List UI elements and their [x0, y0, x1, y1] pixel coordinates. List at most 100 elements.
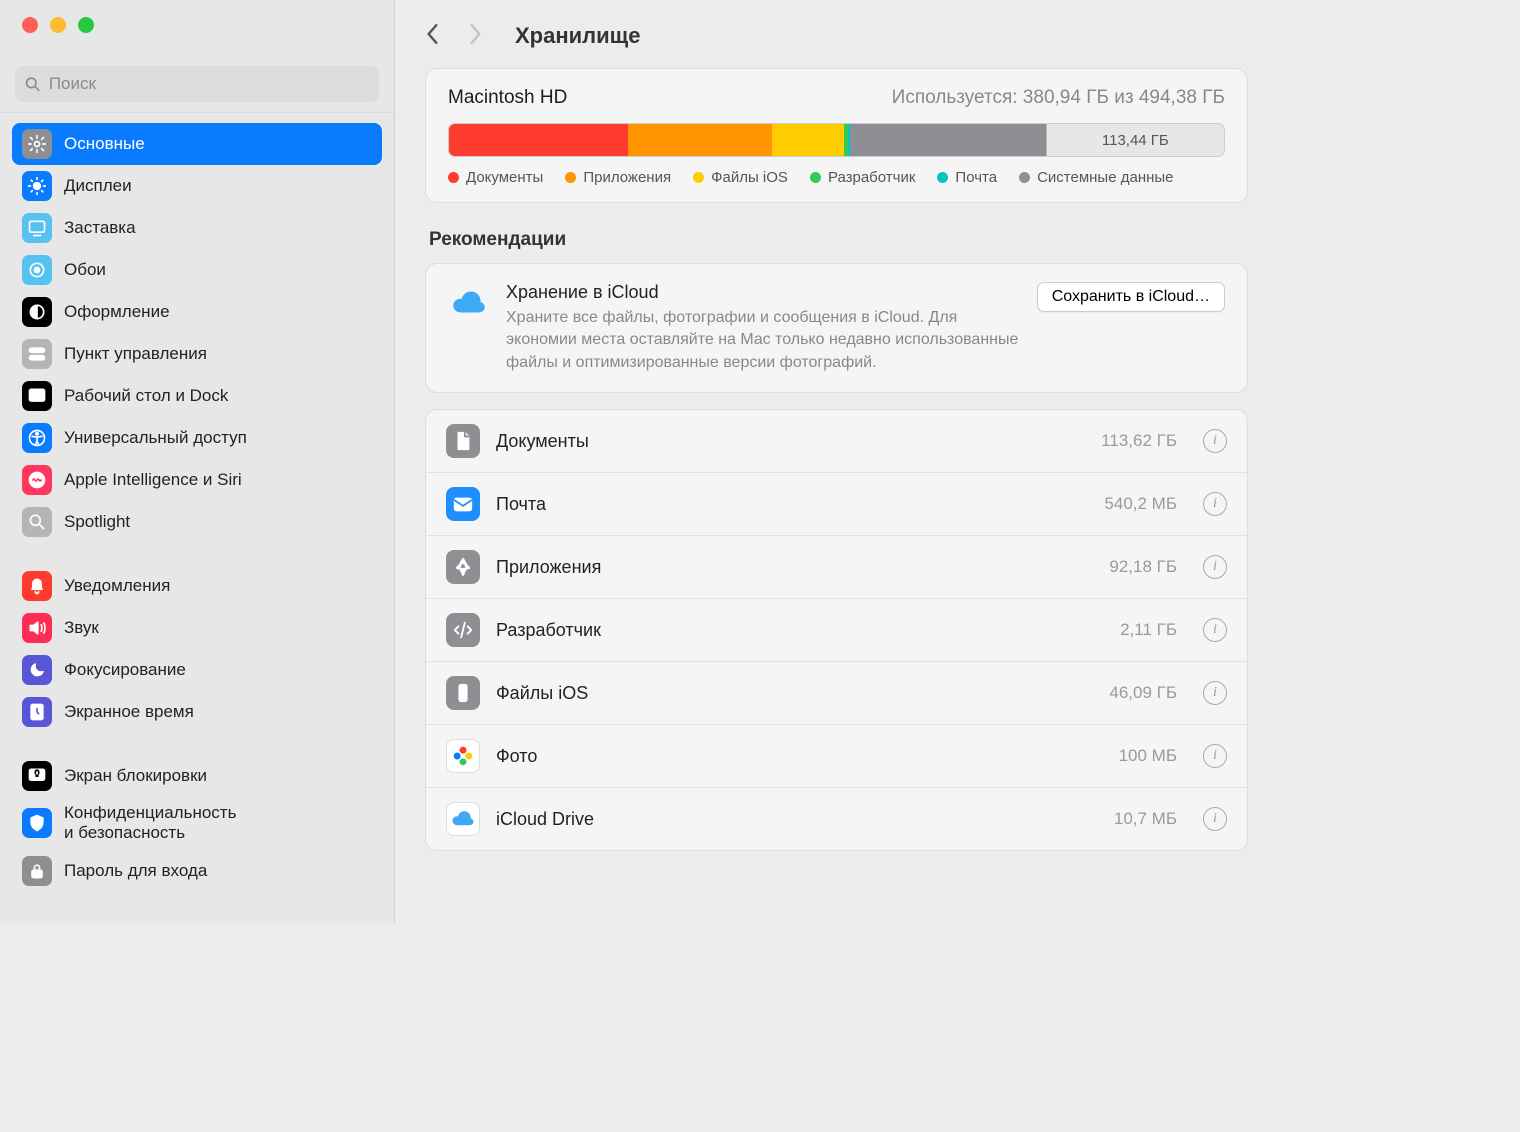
legend-label: Приложения	[583, 169, 671, 186]
storage-segment	[628, 124, 772, 156]
window-controls	[0, 0, 394, 56]
legend-dot-icon	[810, 172, 821, 183]
legend-dot-icon	[565, 172, 576, 183]
legend-label: Файлы iOS	[711, 169, 788, 186]
category-label: Фото	[496, 746, 1103, 767]
legend-item: Разработчик	[810, 169, 915, 186]
focus-icon	[22, 655, 52, 685]
sidebar-item-label: Apple Intelligence и Siri	[64, 470, 242, 490]
category-size: 540,2 МБ	[1104, 494, 1177, 514]
password-icon	[22, 856, 52, 886]
photo-icon	[446, 739, 480, 773]
info-button[interactable]: i	[1203, 492, 1227, 516]
sidebar-item-accessibility[interactable]: Универсальный доступ	[12, 417, 382, 459]
sidebar-item-siri[interactable]: Apple Intelligence и Siri	[12, 459, 382, 501]
category-row[interactable]: Фото100 МБi	[426, 725, 1247, 788]
category-size: 10,7 МБ	[1114, 809, 1177, 829]
sidebar-item-label: Заставка	[64, 218, 136, 238]
sidebar-item-label: Рабочий стол и Dock	[64, 386, 228, 406]
category-row[interactable]: Документы 113,62 ГБ i	[426, 410, 1247, 473]
sidebar-item-label: Основные	[64, 134, 145, 154]
forward-button[interactable]	[467, 22, 489, 50]
store-in-icloud-button[interactable]: Сохранить в iCloud…	[1037, 282, 1225, 312]
legend-item: Системные данные	[1019, 169, 1173, 186]
legend-label: Системные данные	[1037, 169, 1173, 186]
category-label: iCloud Drive	[496, 809, 1098, 830]
fullscreen-window-button[interactable]	[78, 17, 94, 33]
sidebar-item-label: Универсальный доступ	[64, 428, 247, 448]
category-label: Почта	[496, 494, 1088, 515]
appearance-icon	[22, 297, 52, 327]
sidebar-item-spotlight[interactable]: Spotlight	[12, 501, 382, 543]
sidebar-item-label: Пароль для входа	[64, 861, 207, 881]
legend-dot-icon	[937, 172, 948, 183]
sidebar-item-brightness[interactable]: Дисплеи	[12, 165, 382, 207]
info-button[interactable]: i	[1203, 744, 1227, 768]
legend-label: Разработчик	[828, 169, 915, 186]
sidebar-item-dock[interactable]: Рабочий стол и Dock	[12, 375, 382, 417]
search-input[interactable]	[49, 74, 369, 94]
legend-item: Документы	[448, 169, 543, 186]
minimize-window-button[interactable]	[50, 17, 66, 33]
sidebar-item-label: Экран блокировки	[64, 766, 207, 786]
category-row[interactable]: Почта 540,2 МБ i	[426, 473, 1247, 536]
category-size: 113,62 ГБ	[1101, 431, 1177, 451]
sidebar-item-password[interactable]: Пароль для входа	[12, 850, 382, 892]
legend-label: Почта	[955, 169, 997, 186]
disk-used-label: Используется: 380,94 ГБ из 494,38 ГБ	[892, 87, 1225, 109]
storage-segment	[449, 124, 628, 156]
info-button[interactable]: i	[1203, 618, 1227, 642]
back-button[interactable]	[425, 22, 447, 50]
sidebar-item-sound[interactable]: Звук	[12, 607, 382, 649]
sidebar-item-label: Звук	[64, 618, 99, 638]
info-button[interactable]: i	[1203, 681, 1227, 705]
doc-icon	[446, 424, 480, 458]
legend-dot-icon	[448, 172, 459, 183]
sidebar-item-screensaver[interactable]: Заставка	[12, 207, 382, 249]
recommendations-heading: Рекомендации	[429, 229, 1248, 251]
main: Хранилище Macintosh HD Используется: 380…	[395, 0, 1278, 923]
category-row[interactable]: Приложения92,18 ГБi	[426, 536, 1247, 599]
category-row[interactable]: iCloud Drive 10,7 МБ i	[426, 788, 1247, 850]
sidebar-item-screentime[interactable]: Экранное время	[12, 691, 382, 733]
category-size: 92,18 ГБ	[1109, 557, 1177, 577]
gear-icon	[22, 129, 52, 159]
legend-label: Документы	[466, 169, 543, 186]
icloud-icon	[448, 282, 490, 324]
privacy-icon	[22, 808, 52, 838]
close-window-button[interactable]	[22, 17, 38, 33]
ios-icon	[446, 676, 480, 710]
legend-dot-icon	[693, 172, 704, 183]
info-button[interactable]: i	[1203, 807, 1227, 831]
sidebar-item-gear[interactable]: Основные	[12, 123, 382, 165]
bell-icon	[22, 571, 52, 601]
sidebar-item-label: Обои	[64, 260, 106, 280]
sound-icon	[22, 613, 52, 643]
recommendation-body: Хранение в iCloud Храните все файлы, фот…	[506, 282, 1021, 374]
sidebar-item-label: Дисплеи	[64, 176, 132, 196]
spotlight-icon	[22, 507, 52, 537]
sidebar-item-label: Экранное время	[64, 702, 194, 722]
search-field[interactable]	[15, 66, 379, 102]
storage-segment	[772, 124, 844, 156]
icloud-icon	[446, 802, 480, 836]
dev-icon	[446, 613, 480, 647]
sidebar-item-appearance[interactable]: Оформление	[12, 291, 382, 333]
wallpaper-icon	[22, 255, 52, 285]
sidebar-item-focus[interactable]: Фокусирование	[12, 649, 382, 691]
page-title: Хранилище	[515, 23, 640, 49]
storage-segment	[850, 124, 1046, 156]
sidebar-item-lock[interactable]: Экран блокировки	[12, 755, 382, 797]
info-button[interactable]: i	[1203, 555, 1227, 579]
sidebar-item-wallpaper[interactable]: Обои	[12, 249, 382, 291]
info-button[interactable]: i	[1203, 429, 1227, 453]
sidebar-item-privacy[interactable]: Конфиденциальность и безопасность	[12, 797, 382, 850]
category-row[interactable]: Разработчик2,11 ГБi	[426, 599, 1247, 662]
recommendation-panel: Хранение в iCloud Храните все файлы, фот…	[425, 263, 1248, 393]
category-row[interactable]: Файлы iOS46,09 ГБi	[426, 662, 1247, 725]
category-label: Документы	[496, 431, 1085, 452]
lock-icon	[22, 761, 52, 791]
legend-item: Почта	[937, 169, 997, 186]
sidebar-item-control-center[interactable]: Пункт управления	[12, 333, 382, 375]
sidebar-item-bell[interactable]: Уведомления	[12, 565, 382, 607]
